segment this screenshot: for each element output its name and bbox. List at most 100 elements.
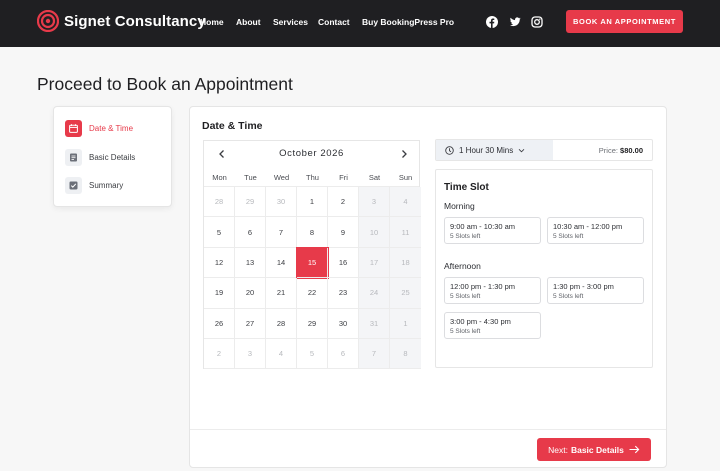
calendar-day[interactable]: 11 xyxy=(390,217,421,248)
booking-steps-panel: Date & Time Basic Details Summary xyxy=(53,106,172,207)
calendar-day[interactable]: 31 xyxy=(359,308,390,339)
calendar-day[interactable]: 4 xyxy=(266,339,297,370)
weekday-label: Mon xyxy=(212,173,227,182)
calendar-day[interactable]: 14 xyxy=(266,247,297,279)
calendar-day[interactable]: 9 xyxy=(328,217,359,248)
twitter-icon[interactable] xyxy=(509,16,521,28)
step-date-time[interactable]: Date & Time xyxy=(65,120,133,137)
calendar-day[interactable]: 7 xyxy=(359,339,390,370)
facebook-icon[interactable] xyxy=(486,16,498,28)
calendar-day[interactable]: 5 xyxy=(297,339,328,370)
nav-buy-bookingpress[interactable]: Buy BookingPress Pro xyxy=(362,17,454,27)
calendar-day[interactable]: 25 xyxy=(390,278,421,309)
arrow-right-icon xyxy=(629,445,640,454)
morning-label: Morning xyxy=(444,201,475,211)
slot-time: 9:00 am - 10:30 am xyxy=(450,222,516,231)
price-value: $80.00 xyxy=(620,146,643,155)
calendar-day[interactable]: 26 xyxy=(204,308,235,339)
slot-time: 10:30 am - 12:00 pm xyxy=(553,222,623,231)
nav-contact[interactable]: Contact xyxy=(318,17,350,27)
calendar-day[interactable]: 1 xyxy=(297,187,328,218)
time-slot-afternoon-3[interactable]: 3:00 pm - 4:30 pm 5 Slots left xyxy=(444,312,541,339)
weekday-label: Sat xyxy=(368,173,381,182)
calendar-day[interactable]: 19 xyxy=(204,278,235,309)
instagram-icon[interactable] xyxy=(531,16,543,28)
calendar-day[interactable]: 4 xyxy=(390,187,421,218)
calendar-day[interactable]: 8 xyxy=(390,339,421,370)
calendar-day[interactable]: 13 xyxy=(235,247,266,279)
duration-select[interactable]: 1 Hour 30 Mins xyxy=(436,140,553,160)
calendar-icon xyxy=(65,120,82,137)
calendar-day[interactable]: 3 xyxy=(359,187,390,218)
calendar-day[interactable]: 24 xyxy=(359,278,390,309)
next-basic-details-button[interactable]: Next: Basic Details xyxy=(537,438,651,461)
nav-services[interactable]: Services xyxy=(273,17,308,27)
chevron-right-icon[interactable] xyxy=(398,148,410,160)
calendar-month: October 2026 xyxy=(279,148,344,159)
calendar-day[interactable]: 20 xyxy=(235,278,266,309)
calendar-day[interactable]: 27 xyxy=(235,308,266,339)
book-appointment-button[interactable]: BOOK AN APPOINTMENT xyxy=(566,10,683,33)
calendar-day[interactable]: 28 xyxy=(204,187,235,218)
duration-bar: 1 Hour 30 Mins Price: $80.00 xyxy=(435,139,653,161)
weekday-label: Thu xyxy=(306,173,319,182)
calendar-day-selected[interactable]: 15 xyxy=(296,246,329,280)
calendar-day[interactable]: 23 xyxy=(328,278,359,309)
calendar-day[interactable]: 16 xyxy=(328,247,359,279)
calendar-day[interactable]: 7 xyxy=(266,217,297,248)
calendar-day[interactable]: 10 xyxy=(359,217,390,248)
checkbox-icon xyxy=(65,177,82,194)
weekday-label: Wed xyxy=(273,173,290,182)
slot-availability: 5 Slots left xyxy=(450,328,481,335)
price: Price: $80.00 xyxy=(599,146,643,155)
logo-icon[interactable] xyxy=(37,10,59,32)
time-slot-morning-1[interactable]: 9:00 am - 10:30 am 5 Slots left xyxy=(444,217,541,244)
calendar-day[interactable]: 12 xyxy=(204,247,235,279)
calendar: October 2026 Mon Tue Wed Thu Fri Sat Sun… xyxy=(203,140,421,370)
step-label: Basic Details xyxy=(89,153,136,162)
time-slot-morning-2[interactable]: 10:30 am - 12:00 pm 5 Slots left xyxy=(547,217,644,244)
page-title: Proceed to Book an Appointment xyxy=(37,74,293,94)
step-label: Date & Time xyxy=(89,124,134,133)
nav-home[interactable]: Home xyxy=(200,17,224,27)
slot-time: 1:30 pm - 3:00 pm xyxy=(553,282,614,291)
chevron-down-icon xyxy=(518,148,525,152)
calendar-day[interactable]: 30 xyxy=(266,187,297,218)
calendar-day[interactable]: 18 xyxy=(390,247,421,279)
calendar-day[interactable]: 29 xyxy=(297,308,328,339)
step-basic-details[interactable]: Basic Details xyxy=(65,149,135,166)
calendar-day[interactable]: 2 xyxy=(328,187,359,218)
calendar-day[interactable]: 6 xyxy=(328,339,359,370)
calendar-day[interactable]: 29 xyxy=(235,187,266,218)
calendar-header: October 2026 xyxy=(204,141,419,167)
calendar-day[interactable]: 22 xyxy=(297,278,328,309)
brand-name[interactable]: Signet Consultancy xyxy=(64,13,206,30)
time-slot-panel: Time Slot Morning 9:00 am - 10:30 am 5 S… xyxy=(435,169,653,368)
calendar-day[interactable]: 3 xyxy=(235,339,266,370)
section-title: Date & Time xyxy=(202,120,263,132)
time-slot-afternoon-1[interactable]: 12:00 pm - 1:30 pm 5 Slots left xyxy=(444,277,541,304)
slot-time: 12:00 pm - 1:30 pm xyxy=(450,282,516,291)
slot-availability: 5 Slots left xyxy=(450,233,481,240)
price-label: Price: xyxy=(598,146,618,155)
calendar-day[interactable]: 5 xyxy=(204,217,235,248)
slot-availability: 5 Slots left xyxy=(553,233,584,240)
calendar-day[interactable]: 6 xyxy=(235,217,266,248)
calendar-day[interactable]: 8 xyxy=(297,217,328,248)
calendar-day[interactable]: 1 xyxy=(390,308,421,339)
next-label: Basic Details xyxy=(570,444,624,455)
slot-time: 3:00 pm - 4:30 pm xyxy=(450,317,511,326)
document-icon xyxy=(65,149,82,166)
nav-about[interactable]: About xyxy=(236,17,261,27)
time-slot-afternoon-2[interactable]: 1:30 pm - 3:00 pm 5 Slots left xyxy=(547,277,644,304)
calendar-day[interactable]: 17 xyxy=(359,247,390,279)
calendar-day[interactable]: 21 xyxy=(266,278,297,309)
next-prefix: Next: xyxy=(548,444,568,455)
calendar-day[interactable]: 30 xyxy=(328,308,359,339)
calendar-day[interactable]: 2 xyxy=(204,339,235,370)
booking-card: Date & Time October 2026 Mon Tue Wed Thu… xyxy=(189,106,667,468)
slot-availability: 5 Slots left xyxy=(553,293,584,300)
calendar-day[interactable]: 28 xyxy=(266,308,297,339)
weekday-label: Fri xyxy=(339,173,348,182)
step-summary[interactable]: Summary xyxy=(65,177,123,194)
